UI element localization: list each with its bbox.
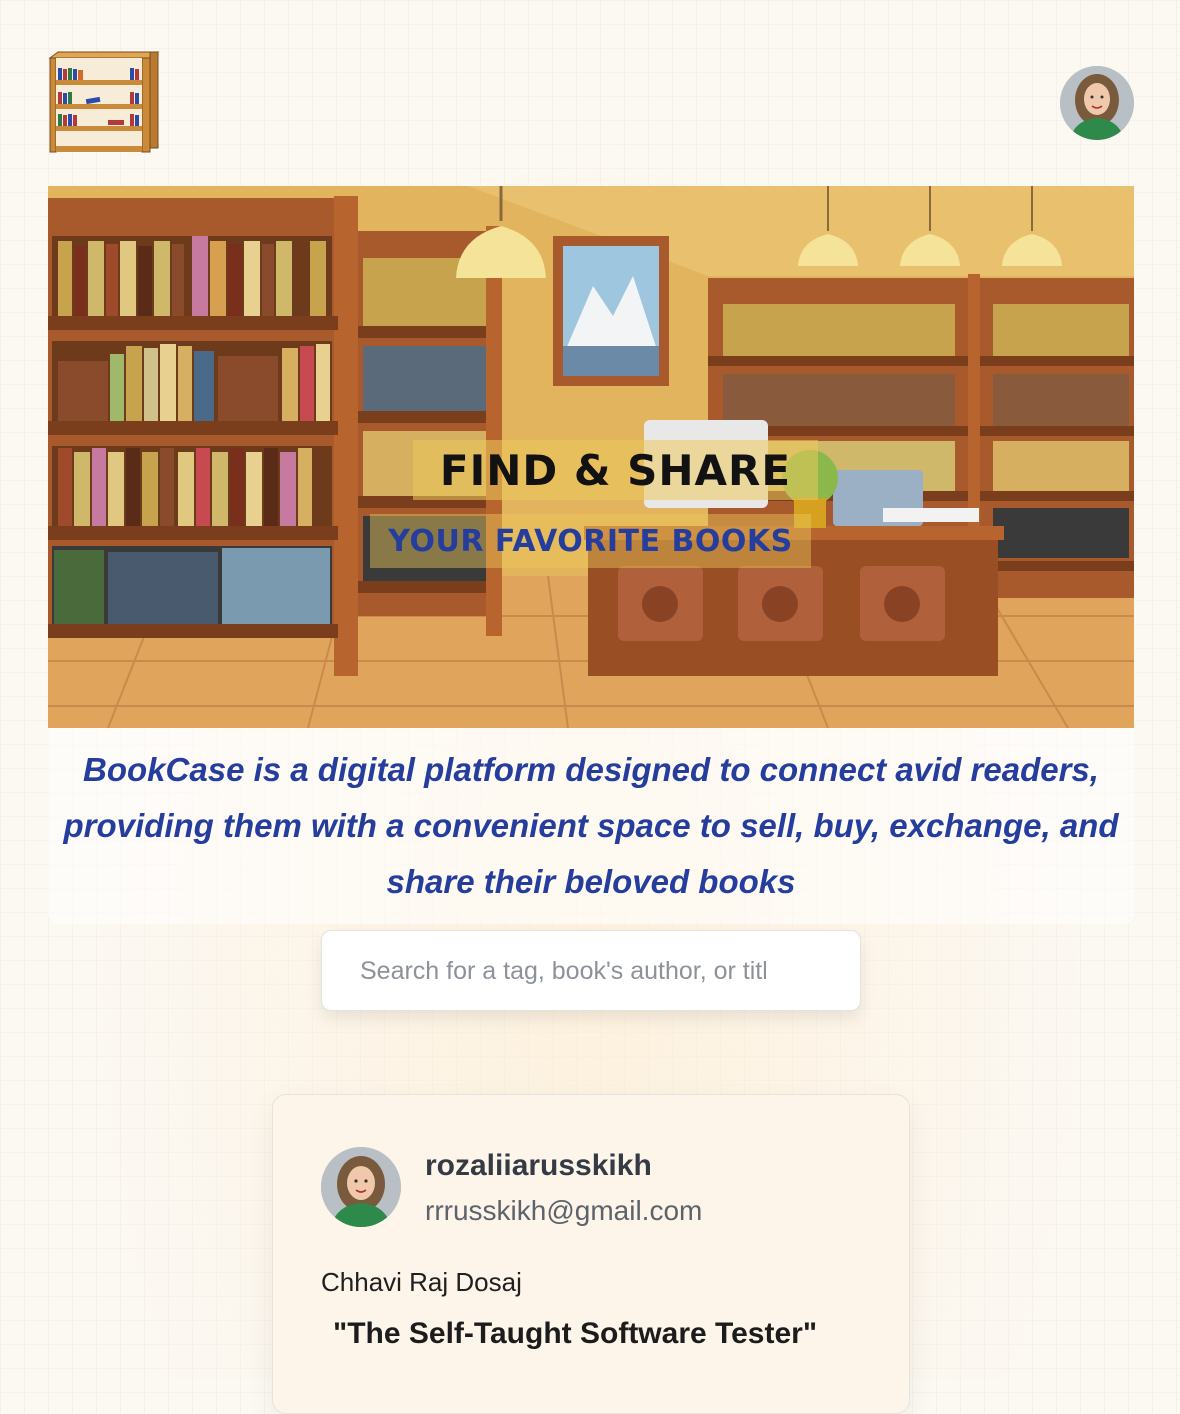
bookshelf-logo-icon[interactable] xyxy=(48,50,160,154)
user-avatar[interactable] xyxy=(321,1147,401,1227)
search-input[interactable] xyxy=(360,953,766,989)
tagline-text: BookCase is a digital platform designed … xyxy=(63,751,1119,900)
hero-subtitle: YOUR FAVORITE BOOKS xyxy=(388,523,793,559)
book-author: Chhavi Raj Dosaj xyxy=(321,1267,522,1297)
post-card[interactable]: rozaliiarusskikh rrrusskikh@gmail.com Ch… xyxy=(272,1094,910,1414)
search-box[interactable] xyxy=(321,930,861,1011)
profile-avatar[interactable] xyxy=(1060,66,1134,140)
hero-subtitle-box: YOUR FAVORITE BOOKS xyxy=(370,514,811,568)
post-username[interactable]: rozaliiarusskikh xyxy=(425,1149,652,1183)
book-title: "The Self-Taught Software Tester" xyxy=(333,1317,818,1350)
hero-title-box: FIND & SHARE xyxy=(413,440,818,500)
hero-title: FIND & SHARE xyxy=(439,445,792,495)
post-email: rrrusskikh@gmail.com xyxy=(425,1195,703,1226)
hero-banner: FIND & SHARE YOUR FAVORITE BOOKS xyxy=(48,186,1134,728)
tagline-panel: BookCase is a digital platform designed … xyxy=(48,728,1134,924)
